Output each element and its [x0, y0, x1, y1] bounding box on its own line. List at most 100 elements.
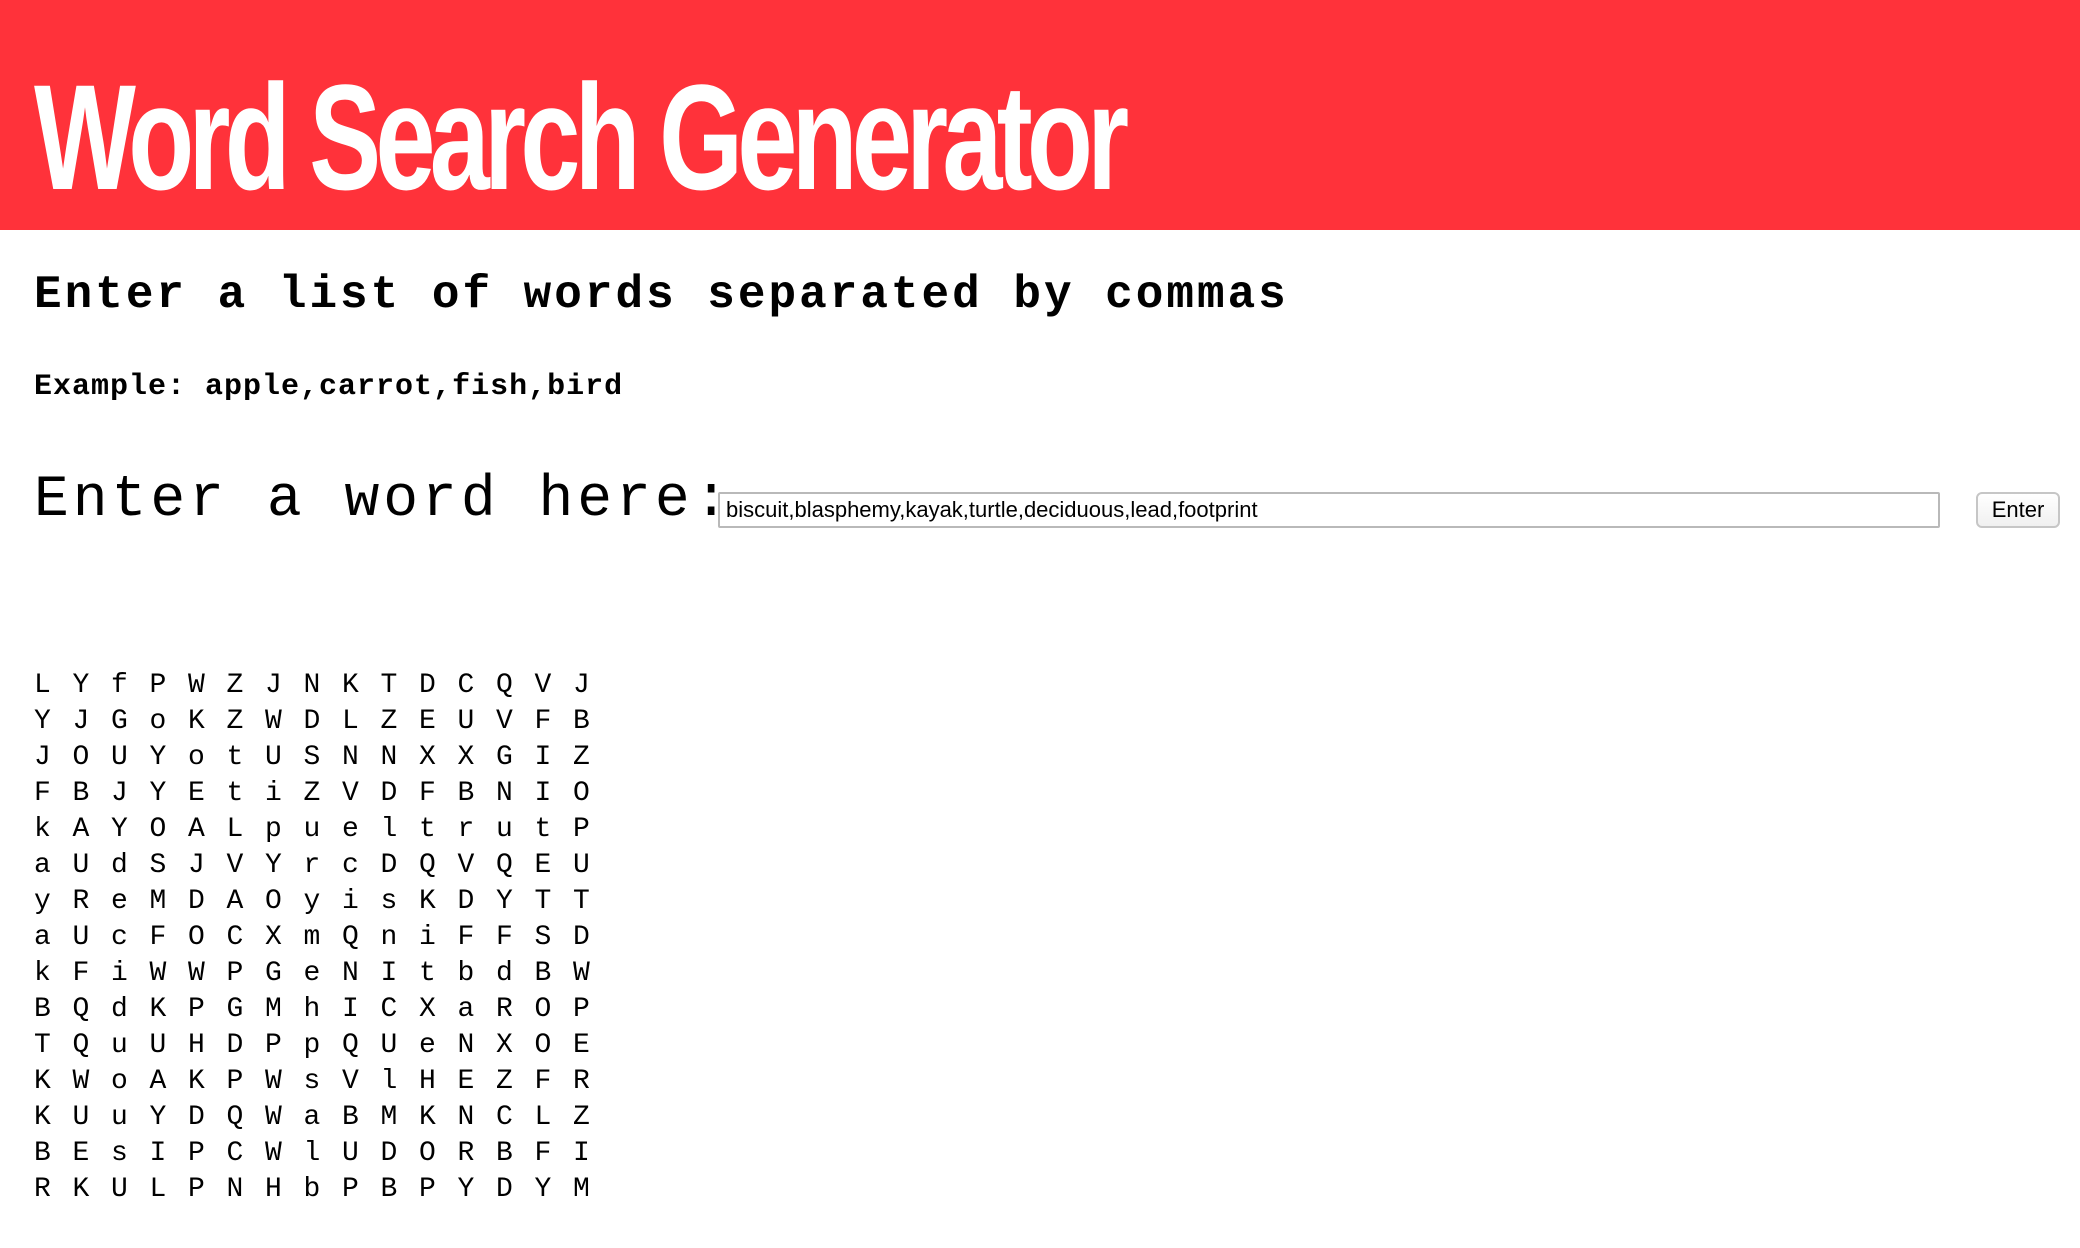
grid-cell: u	[303, 814, 321, 845]
grid-cell: O	[72, 742, 90, 773]
grid-cell: e	[342, 814, 359, 845]
grid-cell: i	[419, 922, 436, 953]
grid-cell: L	[34, 670, 51, 701]
grid-cell: Y	[265, 850, 282, 881]
grid-cell: F	[457, 922, 475, 953]
grid-cell: a	[303, 1102, 321, 1133]
grid-cell: Y	[149, 1102, 167, 1133]
grid-cell: I	[573, 1138, 590, 1169]
grid-cell: W	[72, 1066, 90, 1097]
grid-cell: S	[303, 742, 321, 773]
grid-cell: u	[111, 1102, 128, 1133]
grid-cell: Y	[149, 742, 167, 773]
grid-cell: E	[419, 706, 436, 737]
grid-cell: W	[265, 1102, 282, 1133]
grid-cell: o	[149, 706, 167, 737]
grid-cell: L	[149, 1174, 167, 1205]
grid-cell: E	[534, 850, 552, 881]
grid-cell: R	[573, 1066, 590, 1097]
grid-cell: Y	[149, 778, 167, 809]
grid-cell: G	[265, 958, 282, 989]
grid-cell: Q	[496, 670, 513, 701]
grid-cell: N	[496, 778, 513, 809]
grid-cell: U	[72, 850, 90, 881]
grid-cell: B	[457, 778, 475, 809]
grid-cell: t	[226, 742, 244, 773]
grid-cell: V	[226, 850, 244, 881]
grid-cell: s	[303, 1066, 321, 1097]
grid-cell: D	[419, 670, 436, 701]
grid-cell: V	[534, 670, 552, 701]
grid-cell: F	[534, 1066, 552, 1097]
grid-cell: Z	[380, 706, 398, 737]
grid-cell: V	[496, 706, 513, 737]
grid-cell: B	[380, 1174, 398, 1205]
grid-cell: C	[380, 994, 398, 1025]
grid-cell: B	[534, 958, 552, 989]
grid-cell: K	[149, 994, 167, 1025]
grid-row: aUdSJVYrcDQVQEU	[34, 848, 612, 884]
grid-cell: T	[534, 886, 552, 917]
grid-cell: Z	[226, 706, 244, 737]
grid-cell: D	[496, 1174, 513, 1205]
grid-cell: I	[149, 1138, 167, 1169]
grid-cell: P	[265, 1030, 282, 1061]
grid-cell: E	[457, 1066, 475, 1097]
app-title: Word Search Generator	[34, 53, 1129, 221]
grid-cell: T	[380, 670, 398, 701]
grid-cell: C	[226, 1138, 244, 1169]
enter-button[interactable]: Enter	[1976, 492, 2060, 528]
grid-cell: r	[303, 850, 321, 881]
instructions-heading: Enter a list of words separated by comma…	[34, 269, 1289, 321]
grid-cell: k	[34, 958, 51, 989]
grid-cell: B	[34, 1138, 51, 1169]
grid-cell: E	[188, 778, 205, 809]
grid-cell: b	[303, 1174, 321, 1205]
grid-cell: P	[188, 1138, 205, 1169]
grid-cell: D	[303, 706, 321, 737]
grid-cell: A	[72, 814, 90, 845]
grid-cell: l	[380, 814, 398, 845]
grid-cell: Z	[226, 670, 244, 701]
grid-cell: P	[226, 958, 244, 989]
grid-cell: K	[419, 886, 436, 917]
grid-cell: a	[34, 922, 51, 953]
grid-cell: u	[111, 1030, 128, 1061]
grid-cell: d	[111, 994, 128, 1025]
grid-cell: K	[188, 706, 205, 737]
grid-cell: K	[34, 1066, 51, 1097]
grid-cell: O	[265, 886, 282, 917]
grid-cell: D	[380, 850, 398, 881]
grid-cell: P	[573, 994, 590, 1025]
grid-cell: s	[111, 1138, 128, 1169]
grid-cell: G	[496, 742, 513, 773]
grid-cell: d	[496, 958, 513, 989]
grid-cell: H	[419, 1066, 436, 1097]
example-text: Example: apple,carrot,fish,bird	[34, 370, 624, 404]
grid-cell: O	[188, 922, 205, 953]
grid-cell: s	[380, 886, 398, 917]
grid-cell: C	[496, 1102, 513, 1133]
grid-cell: J	[34, 742, 51, 773]
grid-cell: I	[380, 958, 398, 989]
grid-cell: H	[265, 1174, 282, 1205]
grid-cell: E	[72, 1138, 90, 1169]
grid-cell: N	[303, 670, 321, 701]
grid-cell: U	[72, 922, 90, 953]
grid-cell: J	[188, 850, 205, 881]
grid-cell: K	[34, 1102, 51, 1133]
grid-row: TQuUHDPpQUeNXOE	[34, 1028, 612, 1064]
grid-cell: K	[72, 1174, 90, 1205]
grid-cell: b	[457, 958, 475, 989]
grid-cell: l	[380, 1066, 398, 1097]
grid-cell: R	[496, 994, 513, 1025]
grid-cell: y	[303, 886, 321, 917]
grid-cell: Q	[496, 850, 513, 881]
grid-cell: K	[188, 1066, 205, 1097]
grid-cell: X	[265, 922, 282, 953]
grid-cell: e	[111, 886, 128, 917]
word-list-input[interactable]	[718, 492, 1940, 528]
grid-cell: Y	[496, 886, 513, 917]
word-search-grid: LYfPWZJNKTDCQVJYJGoKZWDLZEUVFBJOUYotUSNN…	[34, 668, 612, 1208]
grid-cell: D	[457, 886, 475, 917]
